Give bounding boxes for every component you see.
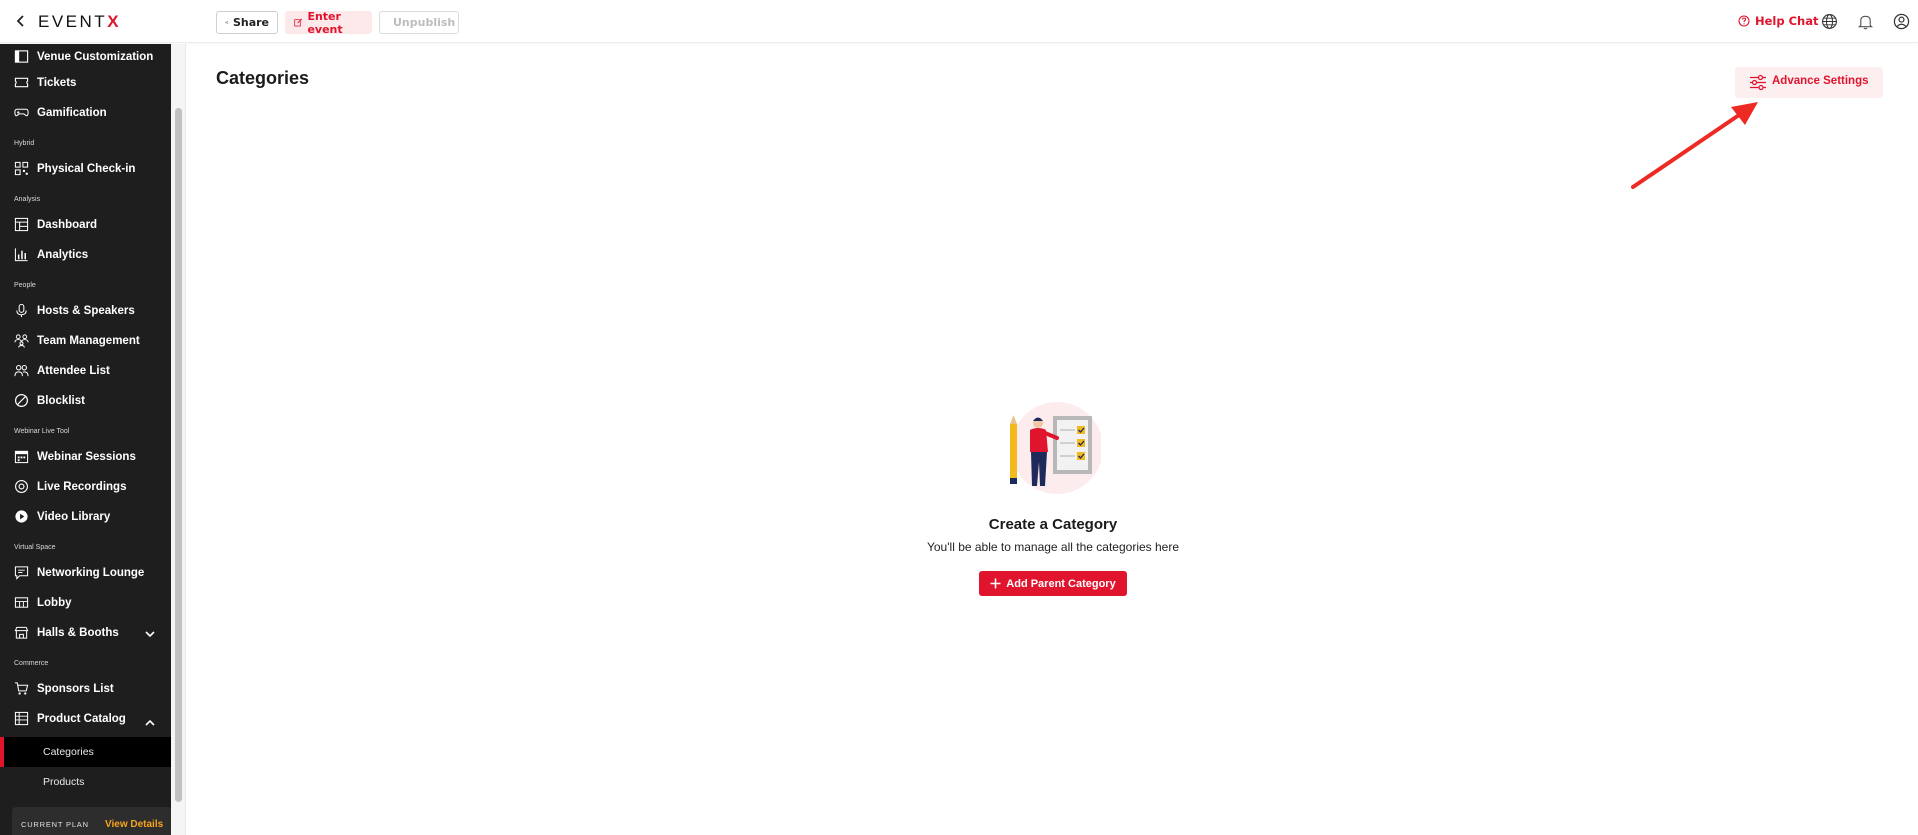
enter-event-button[interactable]: Enter event — [285, 9, 372, 36]
section-label-analysis: Analysis — [14, 196, 41, 203]
calendar-icon — [14, 450, 29, 464]
users-icon — [14, 365, 29, 377]
advance-settings-button[interactable]: Advance Settings — [1735, 67, 1883, 98]
sidebar-item-gamification[interactable]: Gamification — [0, 100, 171, 126]
sidebar-subitem-categories[interactable]: Categories — [0, 737, 171, 767]
sidebar-item-halls-booths[interactable]: Halls & Booths — [0, 620, 171, 646]
layout-icon — [14, 50, 29, 63]
page-title: Categories — [216, 68, 310, 88]
sidebar-item-hosts-speakers[interactable]: Hosts & Speakers — [0, 298, 171, 324]
current-plan-box: CURRENT PLAN View Details — [12, 807, 172, 835]
team-icon — [14, 334, 29, 348]
sidebar-item-venue-customization[interactable]: Venue Customization — [0, 44, 171, 70]
user-icon[interactable] — [1893, 13, 1910, 30]
sidebar-subitem-products[interactable]: Products — [0, 767, 171, 797]
chevron-down-icon[interactable] — [144, 628, 156, 640]
sidebar: Venue Customization Tickets Gamification… — [0, 44, 171, 835]
advance-settings-label: Advance Settings — [1772, 75, 1869, 87]
edit-icon — [294, 18, 303, 27]
sidebar-item-live-recordings[interactable]: Live Recordings — [0, 474, 171, 500]
ticket-icon — [14, 77, 29, 88]
sidebar-item-sponsors-list[interactable]: Sponsors List — [0, 676, 171, 702]
section-label-webinar-live-tool: Webinar Live Tool — [14, 428, 70, 435]
sidebar-item-analytics[interactable]: Analytics — [0, 242, 171, 268]
enter-event-label: Enter event — [307, 9, 343, 36]
mic-icon — [16, 303, 27, 318]
sidebar-item-networking-lounge[interactable]: Networking Lounge — [0, 560, 171, 586]
section-label-commerce: Commerce — [14, 660, 49, 667]
sidebar-item-blocklist[interactable]: Blocklist — [0, 388, 171, 414]
sidebar-scrollbar-thumb[interactable] — [175, 108, 182, 802]
lobby-icon — [14, 597, 29, 608]
unpublish-label: Unpublish — [393, 16, 456, 29]
chat-icon — [14, 566, 29, 580]
sliders-icon — [1750, 74, 1766, 91]
sidebar-item-video-library[interactable]: Video Library — [0, 504, 171, 530]
add-parent-category-button[interactable]: Add Parent Category — [979, 571, 1127, 596]
annotation-arrow — [1631, 102, 1758, 189]
section-label-people: People — [14, 282, 36, 289]
share-button[interactable]: Share — [216, 11, 278, 34]
eventx-logo: EVENTX — [38, 12, 122, 31]
gamepad-icon — [14, 108, 29, 117]
share-label: Share — [232, 16, 269, 29]
help-chat-label: Help Chat — [1755, 14, 1819, 28]
sidebar-item-physical-check-in[interactable]: Physical Check-in — [0, 156, 171, 182]
chevron-up-icon[interactable] — [144, 717, 156, 729]
help-chat-link[interactable]: Help Chat — [1738, 14, 1819, 28]
bell-icon[interactable] — [1857, 13, 1874, 30]
help-icon — [1738, 15, 1750, 27]
section-label-virtual-space: Virtual Space — [14, 544, 56, 551]
section-label-hybrid: Hybrid — [14, 140, 35, 147]
unpublish-button[interactable]: Unpublish — [379, 11, 459, 34]
qr-icon — [14, 161, 29, 176]
globe-icon[interactable] — [1821, 13, 1838, 30]
block-icon — [14, 393, 29, 408]
sidebar-item-team-management[interactable]: Team Management — [0, 328, 171, 354]
category-illustration — [1010, 402, 1101, 494]
plus-icon — [990, 578, 1001, 589]
sponsor-icon — [14, 682, 29, 695]
sidebar-item-lobby[interactable]: Lobby — [0, 590, 171, 616]
sidebar-item-product-catalog[interactable]: Product Catalog — [0, 706, 171, 732]
empty-state-subtitle: You'll be able to manage all the categor… — [926, 540, 1180, 554]
top-bar: EVENTX Share Enter event Unpublish Help … — [0, 0, 1918, 43]
catalog-icon — [14, 711, 29, 726]
sidebar-item-attendee-list[interactable]: Attendee List — [0, 358, 171, 384]
add-parent-category-label: Add Parent Category — [1006, 577, 1116, 590]
share-icon — [225, 21, 228, 24]
dashboard-icon — [14, 217, 29, 232]
sidebar-item-webinar-sessions[interactable]: Webinar Sessions — [0, 444, 171, 470]
video-icon — [15, 510, 28, 523]
booth-icon — [14, 626, 29, 639]
record-icon — [15, 480, 28, 493]
back-chevron-icon[interactable] — [13, 13, 29, 29]
current-plan-label: CURRENT PLAN — [21, 820, 89, 829]
bar-chart-icon — [14, 248, 28, 262]
sidebar-item-tickets[interactable]: Tickets — [0, 70, 171, 96]
sidebar-item-dashboard[interactable]: Dashboard — [0, 212, 171, 238]
view-details-link[interactable]: View Details — [105, 819, 163, 830]
empty-state-title: Create a Category — [988, 516, 1118, 533]
